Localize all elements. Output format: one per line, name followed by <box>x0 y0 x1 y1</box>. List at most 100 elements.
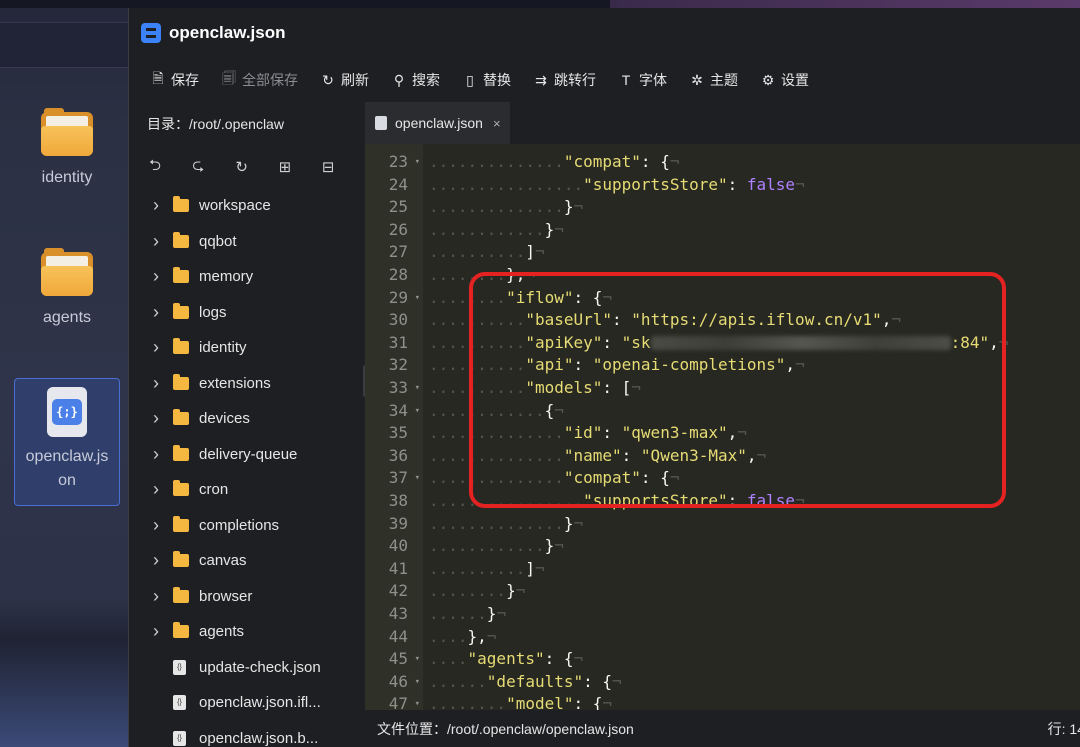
chevron-right-icon[interactable]: › <box>153 444 173 465</box>
line-number: 23 ▾ <box>365 151 423 174</box>
line-number: 32 <box>388 355 408 375</box>
fold-toggle-icon[interactable]: ▾ <box>415 377 420 400</box>
fold-toggle-icon[interactable]: ▾ <box>415 467 420 490</box>
code-line: .........."models": [¬ <box>429 378 641 397</box>
chevron-right-icon[interactable]: › <box>153 337 173 358</box>
line-number: 36 <box>388 445 408 465</box>
close-icon[interactable]: × <box>493 116 501 131</box>
chevron-right-icon[interactable]: › <box>153 373 173 394</box>
chevron-right-icon[interactable]: › <box>153 515 173 536</box>
line-number: 35 <box>388 423 408 443</box>
directory-path: 目录：/root/.openclaw <box>147 116 284 132</box>
chevron-right-icon[interactable]: › <box>153 621 173 642</box>
chevron-right-icon[interactable]: › <box>153 479 173 500</box>
tree-folder-devices[interactable]: › devices <box>129 401 365 437</box>
chevron-right-icon[interactable]: › <box>153 550 173 571</box>
chevron-right-icon[interactable]: › <box>153 302 173 323</box>
save-all-button[interactable]: 🗐 全部保存 <box>222 68 298 92</box>
tree-folder-agents[interactable]: › agents <box>129 614 365 650</box>
toolbar: 🗎 保存 🗐 全部保存 ↻ 刷新 ⚲ 搜索 ▯ 替换 ⇉ 跳转行 T 字体 ✲ 主题 ⚙ 设置 <box>129 58 1080 102</box>
fold-toggle-icon[interactable]: ▾ <box>415 648 420 671</box>
desktop-icon-openclaw-json[interactable]: {;} openclaw.json <box>14 378 120 506</box>
code-line: ..............}¬ <box>429 513 584 533</box>
folder-icon <box>173 586 189 603</box>
new-file-icon[interactable]: ⊞ <box>279 158 322 176</box>
tree-folder-identity[interactable]: › identity <box>129 330 365 366</box>
folder-icon <box>173 373 189 390</box>
search-button[interactable]: ⚲ 搜索 <box>392 70 440 90</box>
tree-folder-cron[interactable]: › cron <box>129 472 365 508</box>
desktop-icon-identity[interactable]: identity <box>14 108 120 190</box>
code-editor[interactable]: .............."compat": {¬..............… <box>423 144 1080 710</box>
tree-folder-browser[interactable]: › browser <box>129 579 365 615</box>
code-line: .........."api": "openai-completions",¬ <box>429 355 805 375</box>
forward-icon[interactable]: ⮎ <box>192 155 235 180</box>
line-number: 33 ▾ <box>365 377 423 400</box>
chevron-right-icon[interactable]: › <box>153 195 173 216</box>
save-all-icon: 🗐 <box>222 70 236 86</box>
editor-logo-icon <box>141 23 161 43</box>
font-button[interactable]: T 字体 <box>619 70 667 90</box>
theme-button[interactable]: ✲ 主题 <box>690 70 738 90</box>
save-button[interactable]: 🗎 保存 <box>151 68 199 92</box>
tree-file[interactable]: {} openclaw.json.ifl... <box>129 685 365 721</box>
json-file-icon: {} <box>173 695 186 711</box>
desktop-icon-label: agents <box>42 309 92 326</box>
line-number: 45 ▾ <box>365 648 423 671</box>
goto-line-icon: ⇉ <box>535 71 547 88</box>
folder-icon <box>173 302 189 319</box>
refresh-button[interactable]: ↻ 刷新 <box>321 70 369 90</box>
desktop-icon-label: identity <box>41 169 93 186</box>
code-line: ..........]¬ <box>429 242 545 262</box>
desktop-top-bar <box>0 0 1080 8</box>
chevron-right-icon[interactable]: › <box>153 586 173 607</box>
tree-file[interactable]: {} update-check.json <box>129 650 365 686</box>
tree-file[interactable]: {} openclaw.json.b... <box>129 721 365 747</box>
tree-folder-qqbot[interactable]: › qqbot <box>129 224 365 260</box>
code-line: .............."name": "Qwen3-Max",¬ <box>429 445 767 465</box>
back-icon[interactable]: ⮌ <box>149 155 192 180</box>
line-number: 44 <box>388 626 408 646</box>
line-number: 46 ▾ <box>365 671 423 694</box>
line-number: 43 <box>388 604 408 623</box>
goto-line-button[interactable]: ⇉ 跳转行 <box>534 70 596 90</box>
fold-toggle-icon[interactable]: ▾ <box>415 287 420 310</box>
new-folder-icon[interactable]: ⊟ <box>322 158 365 176</box>
sidebar-actions: ⮌ ⮎ ↻ ⊞ ⊟ <box>129 146 365 188</box>
code-line: ..........]¬ <box>429 558 545 578</box>
replace-button[interactable]: ▯ 替换 <box>463 70 511 90</box>
folder-icon <box>173 480 189 497</box>
settings-button[interactable]: ⚙ 设置 <box>761 70 809 90</box>
code-line: ............}¬ <box>429 219 564 239</box>
tree-folder-logs[interactable]: › logs <box>129 295 365 331</box>
line-number: 30 <box>388 310 408 330</box>
folder-icon <box>173 551 189 568</box>
fold-toggle-icon[interactable]: ▾ <box>415 671 420 694</box>
cursor-line: 行: 14 <box>1047 720 1080 737</box>
refresh-tree-icon[interactable]: ↻ <box>235 158 278 176</box>
line-number: 42 <box>388 581 408 601</box>
code-line: ..............}¬ <box>429 197 584 217</box>
code-line: ........"model": {¬ <box>429 694 613 710</box>
tree-folder-extensions[interactable]: › extensions <box>129 366 365 402</box>
line-number: 28 <box>388 265 408 284</box>
chevron-right-icon[interactable]: › <box>153 266 173 287</box>
chevron-right-icon[interactable]: › <box>153 408 173 429</box>
tree-folder-delivery-queue[interactable]: › delivery-queue <box>129 437 365 473</box>
code-line: ................"supportsStore": false¬ <box>429 174 805 194</box>
tree-folder-canvas[interactable]: › canvas <box>129 543 365 579</box>
tree-folder-memory[interactable]: › memory <box>129 259 365 295</box>
code-line: ........"iflow": {¬ <box>429 287 613 307</box>
code-line: .............."compat": {¬ <box>429 152 680 171</box>
chevron-right-icon[interactable]: › <box>153 231 173 252</box>
fold-toggle-icon[interactable]: ▾ <box>415 400 420 423</box>
desktop-icon-agents[interactable]: agents <box>14 248 120 330</box>
line-number: 26 <box>388 219 408 239</box>
code-line: .............."id": "qwen3-max",¬ <box>429 423 747 443</box>
tab-openclaw-json[interactable]: openclaw.json × <box>365 102 510 144</box>
fold-toggle-icon[interactable]: ▾ <box>415 151 420 174</box>
tree-folder-workspace[interactable]: › workspace <box>129 188 365 224</box>
replace-icon: ▯ <box>466 71 474 88</box>
line-number: 31 <box>388 332 408 352</box>
tree-folder-completions[interactable]: › completions <box>129 508 365 544</box>
